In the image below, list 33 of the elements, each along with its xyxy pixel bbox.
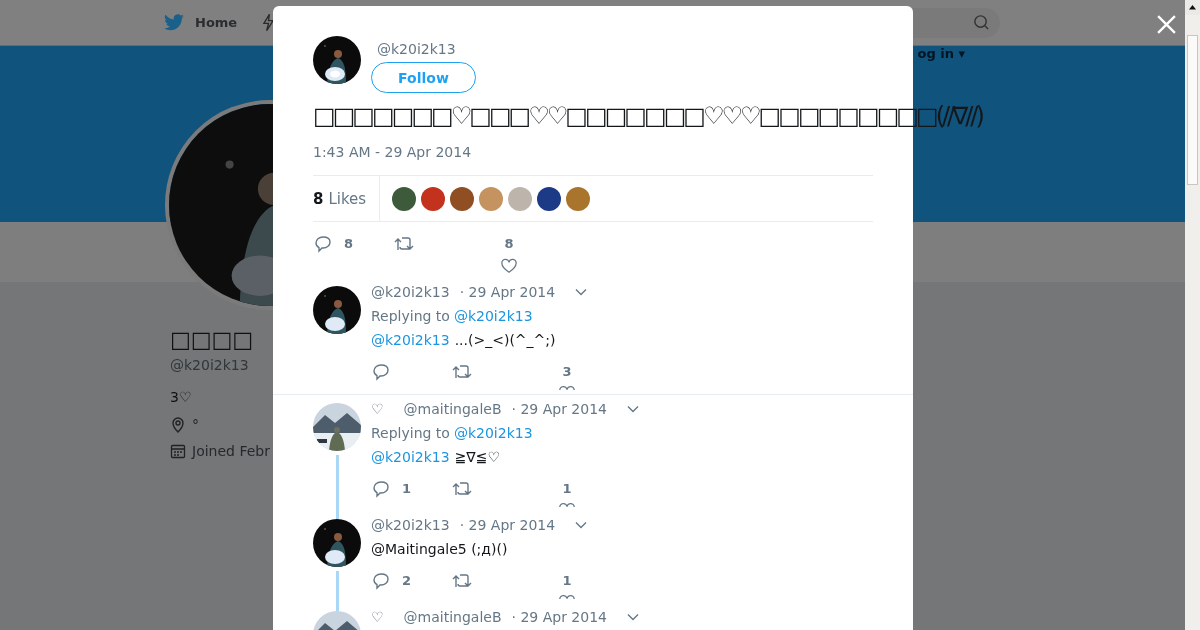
reply-handle[interactable]: @k20i2k13	[371, 517, 450, 533]
profile-name: □□□□	[170, 327, 254, 353]
like-count: 1	[562, 572, 572, 590]
reply-date[interactable]: · 29 Apr 2014	[511, 609, 607, 625]
replying-label: Replying to	[371, 425, 450, 441]
reply-text: ≧∇≦♡	[454, 449, 501, 465]
reply-handle[interactable]: @maitingaleB	[403, 609, 502, 625]
reply-count: 1	[402, 480, 412, 498]
mention-link[interactable]: @k20i2k13	[371, 332, 450, 348]
profile-bio: 3♡	[170, 388, 192, 407]
mention-link[interactable]: @k20i2k13	[453, 425, 533, 441]
reply-text: ...(>_<)(^_^;)	[454, 332, 556, 348]
tweet-handle[interactable]: @k20i2k13	[377, 39, 456, 59]
profile-location: °	[192, 417, 199, 433]
reply-text: @Maitingale5 (;д)()	[371, 541, 508, 557]
profile-handle: @k20i2k13	[170, 356, 249, 375]
reply-date[interactable]: · 29 Apr 2014	[511, 401, 607, 417]
like-count: 8	[504, 235, 514, 253]
mention-link[interactable]: @k20i2k13	[453, 308, 533, 324]
home-link[interactable]: Home	[195, 15, 238, 30]
like-count: 1	[562, 480, 572, 498]
like-count: 3	[562, 363, 572, 381]
reply-author-name[interactable]: ♡	[371, 401, 384, 417]
reply-date[interactable]: · 29 Apr 2014	[459, 517, 556, 533]
follow-button[interactable]: Follow	[371, 62, 476, 93]
reply-count: 2	[402, 572, 412, 590]
reply-date[interactable]: · 29 Apr 2014	[459, 284, 556, 300]
reply-handle[interactable]: @k20i2k13	[371, 284, 450, 300]
reply-handle[interactable]: @maitingaleB	[403, 401, 502, 417]
mention-link[interactable]: @k20i2k13	[371, 449, 450, 465]
reply-author-name[interactable]: ♡	[371, 609, 384, 625]
replying-label: Replying to	[371, 308, 450, 324]
profile-joined: Joined Febr	[192, 443, 270, 459]
